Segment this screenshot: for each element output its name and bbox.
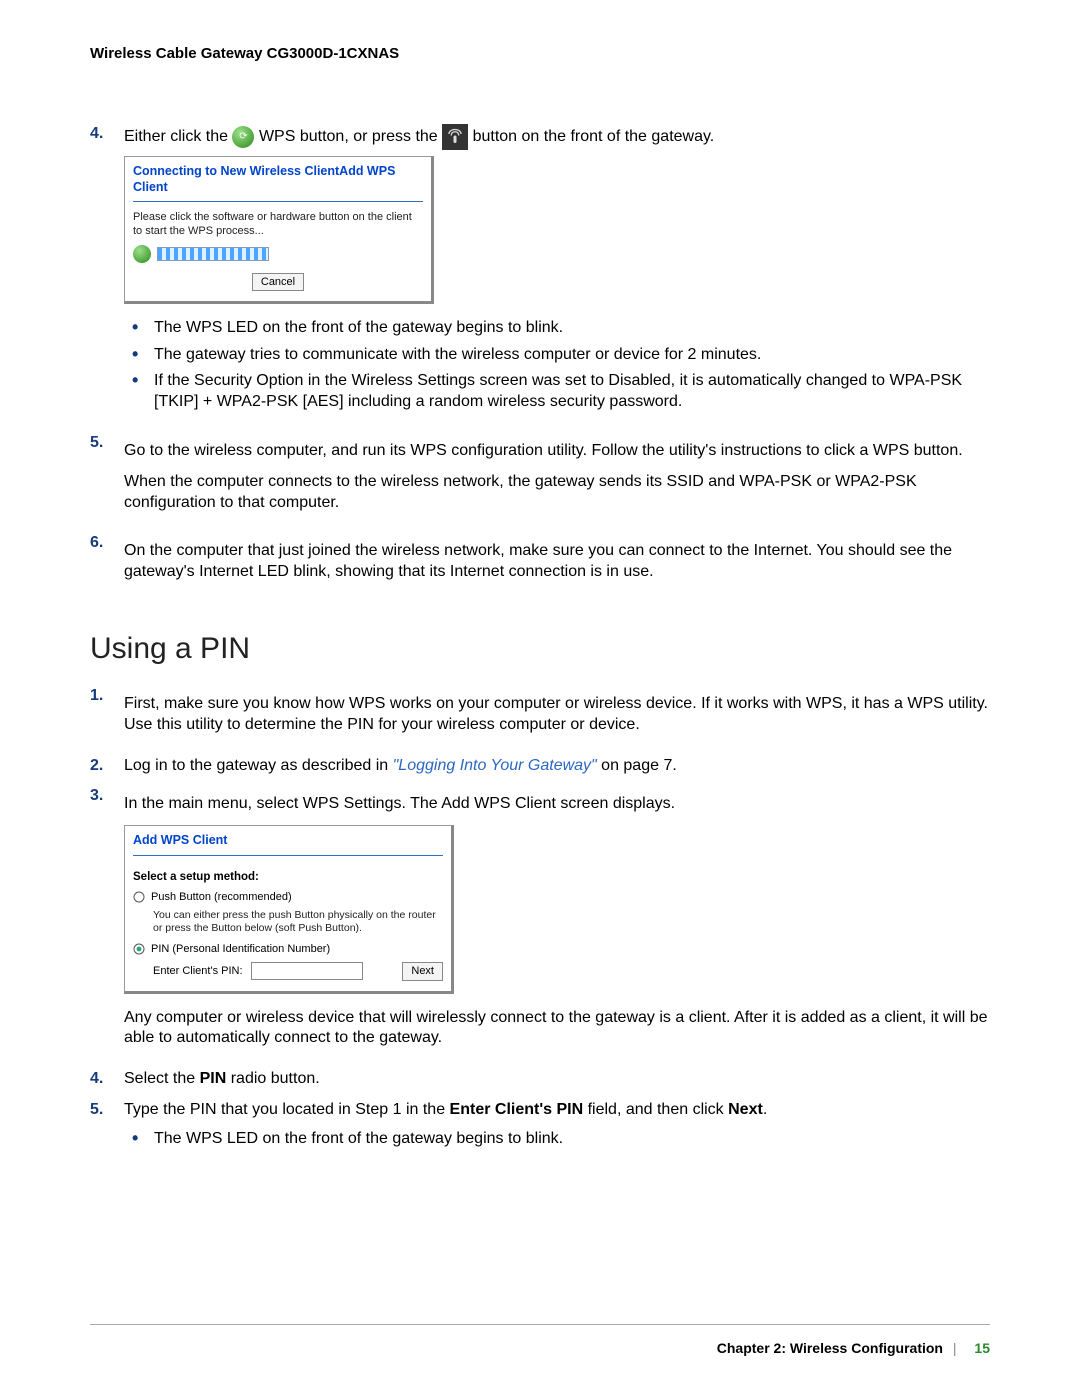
step-number: 6. xyxy=(90,533,124,593)
step-number: 2. xyxy=(90,756,124,777)
pin-step1-para: First, make sure you know how WPS works … xyxy=(124,694,990,736)
step-number: 4. xyxy=(90,1069,124,1090)
pin-field-label: Enter Client's PIN: xyxy=(153,964,243,978)
step4-text2: WPS button, or press the xyxy=(259,128,442,145)
push-button-description: You can either press the push Button phy… xyxy=(125,907,451,940)
radio-pin[interactable] xyxy=(133,943,145,955)
cancel-button[interactable]: Cancel xyxy=(252,273,304,291)
step6-para: On the computer that just joined the wir… xyxy=(124,541,990,583)
chapter-label: Chapter 2: Wireless Configuration xyxy=(717,1340,943,1356)
pin-step2-text2: on page 7. xyxy=(597,757,677,774)
page-footer: Chapter 2: Wireless Configuration | 15 xyxy=(90,1324,990,1357)
setup-method-label: Select a setup method: xyxy=(125,862,451,889)
bullet-item: The WPS LED on the front of the gateway … xyxy=(154,1129,990,1150)
step-number: 4. xyxy=(90,124,124,424)
pin-step-4: 4. Select the PIN radio button. xyxy=(90,1069,990,1090)
pin-step-5: 5. Type the PIN that you located in Step… xyxy=(90,1100,990,1160)
bullet-item: If the Security Option in the Wireless S… xyxy=(154,371,990,413)
radio-push-button-label: Push Button (recommended) xyxy=(151,890,292,904)
pin-step4-text2: radio button. xyxy=(226,1070,319,1087)
wps-progress-bar xyxy=(157,247,269,261)
next-button[interactable]: Next xyxy=(402,962,443,980)
pin-step5-text2: field, and then click xyxy=(583,1101,728,1118)
step5-para2: When the computer connects to the wirele… xyxy=(124,472,990,514)
client-pin-input[interactable] xyxy=(251,962,363,980)
pin-step4-text1: Select the xyxy=(124,1070,200,1087)
step-6: 6. On the computer that just joined the … xyxy=(90,533,990,593)
pin-step-2: 2. Log in to the gateway as described in… xyxy=(90,756,990,777)
next-bold: Next xyxy=(728,1101,763,1118)
pin-step5-text1: Type the PIN that you located in Step 1 … xyxy=(124,1101,450,1118)
bullet-item: The WPS LED on the front of the gateway … xyxy=(154,318,990,339)
wps-progress-icon xyxy=(133,245,151,263)
pin-bold: PIN xyxy=(200,1070,227,1087)
pin-step2-text1: Log in to the gateway as described in xyxy=(124,757,393,774)
step-number: 5. xyxy=(90,433,124,523)
pin-step3-para: In the main menu, select WPS Settings. T… xyxy=(124,794,990,815)
step-4: 4. Either click the ⟳ WPS button, or pre… xyxy=(90,124,990,424)
radio-push-button[interactable] xyxy=(133,891,145,903)
after-screenshot-para: Any computer or wireless device that wil… xyxy=(124,1008,990,1050)
step-number: 1. xyxy=(90,686,124,746)
wps-hardware-button-icon xyxy=(442,124,468,150)
wps-soft-button-icon: ⟳ xyxy=(232,126,254,148)
enter-pin-bold: Enter Client's PIN xyxy=(450,1101,584,1118)
page-number: 15 xyxy=(974,1340,990,1356)
step4-text1: Either click the xyxy=(124,128,232,145)
step4-text3: button on the front of the gateway. xyxy=(473,128,715,145)
add-wps-client-dialog: Add WPS Client Select a setup method: Pu… xyxy=(124,825,454,993)
pin-step-1: 1. First, make sure you know how WPS wor… xyxy=(90,686,990,746)
footer-separator: | xyxy=(953,1340,957,1356)
radio-pin-label: PIN (Personal Identification Number) xyxy=(151,942,330,956)
section-heading-using-a-pin: Using a PIN xyxy=(90,629,990,668)
dialog-instruction-text: Please click the software or hardware bu… xyxy=(125,208,431,243)
bullet-item: The gateway tries to communicate with th… xyxy=(154,345,990,366)
wps-connecting-dialog: Connecting to New Wireless ClientAdd WPS… xyxy=(124,156,434,304)
dialog-title: Add WPS Client xyxy=(125,826,451,850)
step-5: 5. Go to the wireless computer, and run … xyxy=(90,433,990,523)
dialog-title: Connecting to New Wireless ClientAdd WPS… xyxy=(125,157,431,198)
cross-ref-link[interactable]: "Logging Into Your Gateway" xyxy=(393,757,597,774)
step-number: 3. xyxy=(90,786,124,1059)
doc-title-header: Wireless Cable Gateway CG3000D-1CXNAS xyxy=(90,44,990,64)
step5-para1: Go to the wireless computer, and run its… xyxy=(124,441,990,462)
step-number: 5. xyxy=(90,1100,124,1160)
pin-step5-text3: . xyxy=(763,1101,767,1118)
pin-step-3: 3. In the main menu, select WPS Settings… xyxy=(90,786,990,1059)
